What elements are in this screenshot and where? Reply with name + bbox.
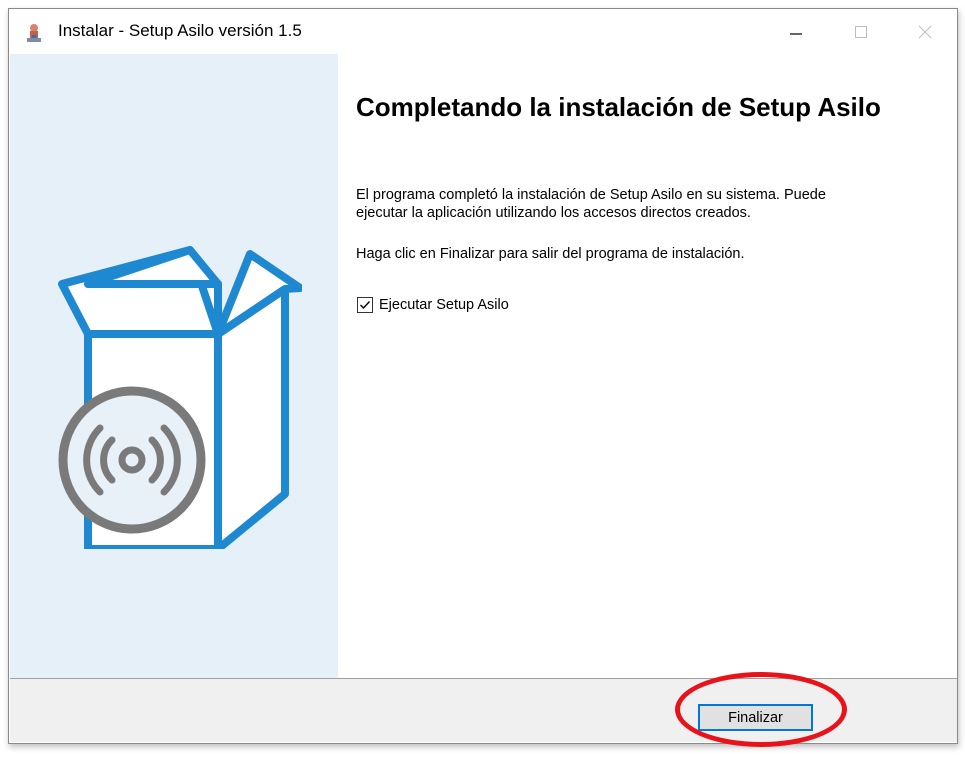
minimize-button[interactable]: [764, 9, 828, 54]
minimize-icon: [790, 32, 802, 35]
wizard-footer: Finalizar: [10, 679, 957, 742]
wizard-sidebar: [10, 54, 338, 679]
finish-button[interactable]: Finalizar: [698, 704, 813, 731]
completion-message-line2: ejecutar la aplicación utilizando los ac…: [356, 205, 751, 221]
wizard-content: Completando la instalación de Setup Asil…: [338, 54, 956, 679]
window-title: Instalar - Setup Asilo versión 1.5: [58, 21, 302, 40]
app-installer-icon: [27, 24, 41, 42]
checkmark-icon: [360, 301, 371, 310]
finish-instruction: Haga clic en Finalizar para salir del pr…: [356, 246, 745, 262]
close-button[interactable]: [893, 9, 957, 54]
box-disc-icon: [58, 246, 302, 549]
completion-message-line1: El programa completó la instalación de S…: [356, 187, 826, 203]
run-app-option[interactable]: Ejecutar Setup Asilo: [357, 295, 509, 315]
run-app-checkbox[interactable]: [357, 297, 373, 313]
maximize-button[interactable]: [829, 9, 893, 54]
close-icon: [918, 25, 932, 38]
installer-window: Instalar - Setup Asilo versión 1.5 Compl…: [8, 8, 958, 744]
maximize-icon: [855, 25, 867, 38]
page-title: Completando la instalación de Setup Asil…: [356, 92, 881, 122]
completion-message: El programa completó la instalación de S…: [356, 186, 941, 222]
run-app-label: Ejecutar Setup Asilo: [379, 297, 509, 313]
title-bar[interactable]: Instalar - Setup Asilo versión 1.5: [9, 9, 957, 54]
